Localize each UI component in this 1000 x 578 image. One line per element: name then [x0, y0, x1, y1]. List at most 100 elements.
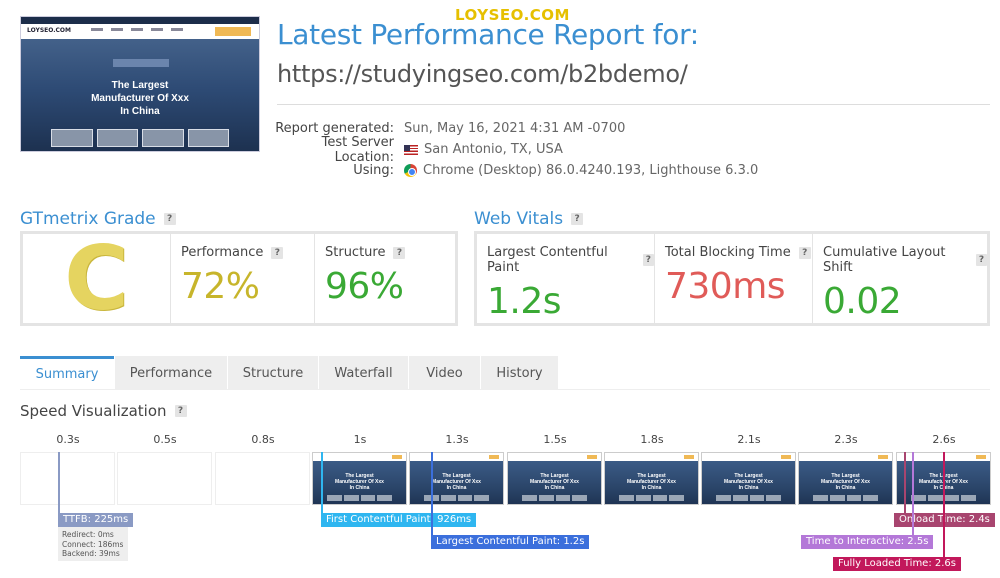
- filmstrip-frame-rendered[interactable]: The Largest Manufacturer Of Xxx In China: [604, 452, 699, 505]
- grade-cell: C: [23, 227, 170, 330]
- thumbnail-quote-button: [215, 27, 251, 36]
- tab-performance[interactable]: Performance: [114, 356, 227, 390]
- frame-hero-title: The Largest Manufacturer Of Xxx In China: [702, 473, 795, 491]
- ttfb-line: [58, 452, 60, 514]
- speed-visualization-heading: Speed Visualization ?: [20, 402, 187, 420]
- thumbnail-menu: [91, 28, 183, 31]
- cls-value: 0.02: [823, 281, 902, 322]
- redirect-time: Redirect: 0ms: [62, 530, 114, 539]
- help-icon[interactable]: ?: [642, 254, 654, 266]
- tab-waterfall[interactable]: Waterfall: [318, 356, 408, 390]
- thumbnail-logo: LOYSEO.COM: [27, 27, 71, 34]
- ttfb-breakdown: Redirect: 0ms Connect: 186ms Backend: 39…: [58, 527, 128, 561]
- lcp-tag: Largest Contentful Paint: 1.2s: [431, 535, 590, 549]
- connect-time: Connect: 186ms: [62, 539, 124, 549]
- frame-time-label: 2.6s: [932, 433, 956, 446]
- help-icon[interactable]: ?: [975, 254, 987, 266]
- fcp-tag: First Contentful Paint: 926ms: [321, 513, 477, 527]
- filmstrip-frame-rendered[interactable]: The Largest Manufacturer Of Xxx In China: [312, 452, 407, 505]
- thumbnail-hero-title: The Largest Manufacturer Of Xxx In China: [91, 80, 189, 117]
- header-divider: [277, 104, 990, 105]
- performance-label: Performance: [181, 245, 264, 260]
- frame-product-strip: [327, 495, 392, 501]
- thumbnail-nav: LOYSEO.COM: [21, 24, 259, 39]
- meta-value: San Antonio, TX, USA: [424, 142, 563, 157]
- frame-hero-title: The Largest Manufacturer Of Xxx In China: [508, 473, 601, 491]
- frame-quote-button: [976, 455, 986, 459]
- help-icon[interactable]: ?: [174, 405, 187, 417]
- frame-hero-title-line: In China: [835, 485, 856, 491]
- frame-hero-title: The Largest Manufacturer Of Xxx In China: [410, 473, 503, 491]
- gtmetrix-grade-title: GTmetrix Grade: [20, 209, 156, 229]
- meta-value: Chrome (Desktop) 86.0.4240.193, Lighthou…: [423, 163, 759, 178]
- tab-structure[interactable]: Structure: [227, 356, 318, 390]
- fully-loaded-line: [943, 452, 945, 558]
- filmstrip-frame-rendered[interactable]: The Largest Manufacturer Of Xxx In China: [798, 452, 893, 505]
- filmstrip-frame-blank[interactable]: [20, 452, 115, 505]
- frame-quote-button: [587, 455, 597, 459]
- frame-hero-title-line: In China: [641, 485, 662, 491]
- structure-label-row: Structure ?: [325, 245, 455, 260]
- filmstrip-frame-blank[interactable]: [215, 452, 310, 505]
- gtmetrix-grade-box: C Performance ? 72% Structure ? 96%: [20, 227, 458, 330]
- help-icon[interactable]: ?: [798, 246, 811, 259]
- meta-value-wrap: San Antonio, TX, USA: [404, 142, 563, 157]
- meta-test-server: Test Server Location: San Antonio, TX, U…: [270, 135, 758, 165]
- frame-time-label: 2.3s: [834, 433, 858, 446]
- lcp-label-row: Largest Contentful Paint ?: [487, 245, 654, 275]
- frame-hero-title-line: In China: [349, 485, 370, 491]
- tab-history[interactable]: History: [480, 356, 558, 390]
- frame-hero-title: The Largest Manufacturer Of Xxx In China: [799, 473, 892, 491]
- filmstrip-frame-rendered[interactable]: The Largest Manufacturer Of Xxx In China: [507, 452, 602, 505]
- report-url[interactable]: https://studyingseo.com/b2bdemo/: [277, 60, 688, 88]
- frame-time-label: 1s: [353, 433, 367, 446]
- frame-time-label: 2.1s: [737, 433, 761, 446]
- help-icon[interactable]: ?: [571, 213, 584, 225]
- structure-cell: Structure ? 96%: [314, 234, 455, 323]
- speed-visualization-title: Speed Visualization: [20, 402, 167, 420]
- frame-quote-button: [489, 455, 499, 459]
- tab-summary[interactable]: Summary: [20, 356, 114, 390]
- cls-label: Cumulative Layout Shift: [823, 245, 946, 275]
- tbt-label-row: Total Blocking Time ?: [665, 245, 812, 260]
- meta-value: Sun, May 16, 2021 4:31 AM -0700: [404, 121, 626, 136]
- tabs-divider: [20, 389, 990, 390]
- tbt-cell: Total Blocking Time ? 730ms: [654, 234, 812, 323]
- filmstrip-frame-blank[interactable]: [117, 452, 212, 505]
- cls-label-row: Cumulative Layout Shift ?: [823, 245, 987, 275]
- frame-quote-button: [392, 455, 402, 459]
- frame-time-label: 0.3s: [56, 433, 80, 446]
- tbt-label: Total Blocking Time: [665, 245, 791, 260]
- frame-product-strip: [522, 495, 587, 501]
- lcp-label: Largest Contentful Paint: [487, 245, 608, 275]
- frame-product-strip: [813, 495, 878, 501]
- tbt-value: 730ms: [665, 266, 786, 307]
- frame-product-strip: [619, 495, 684, 501]
- structure-label: Structure: [325, 245, 386, 260]
- frame-time-label: 0.5s: [153, 433, 177, 446]
- page-screenshot-thumbnail[interactable]: LOYSEO.COM The Largest Manufacturer Of X…: [20, 16, 260, 152]
- performance-score: 72%: [181, 266, 260, 307]
- tti-line: [912, 452, 914, 536]
- help-icon[interactable]: ?: [393, 246, 406, 259]
- thumbnail-topbar: [21, 17, 259, 24]
- fcp-line: [321, 452, 323, 514]
- tab-video[interactable]: Video: [408, 356, 480, 390]
- frame-hero-title-line: In China: [738, 485, 759, 491]
- lcp-cell: Largest Contentful Paint ? 1.2s: [477, 234, 654, 323]
- frame-hero-title-line: In China: [446, 485, 467, 491]
- help-icon[interactable]: ?: [163, 213, 176, 225]
- chrome-icon: [404, 164, 417, 177]
- filmstrip-frame-rendered[interactable]: The Largest Manufacturer Of Xxx In China: [409, 452, 504, 505]
- meta-label: Using:: [353, 163, 394, 178]
- frame-time-label: 1.5s: [543, 433, 567, 446]
- filmstrip-frame-rendered[interactable]: The Largest Manufacturer Of Xxx In China: [701, 452, 796, 505]
- help-icon[interactable]: ?: [271, 246, 284, 259]
- frame-hero-title-line: In China: [544, 485, 565, 491]
- frame-product-strip: [424, 495, 489, 501]
- grade-letter: C: [64, 227, 129, 330]
- structure-score: 96%: [325, 266, 404, 307]
- frame-time-label: 0.8s: [251, 433, 275, 446]
- frame-hero-title: The Largest Manufacturer Of Xxx In China: [605, 473, 698, 491]
- report-meta: Report generated: Sun, May 16, 2021 4:31…: [270, 118, 758, 181]
